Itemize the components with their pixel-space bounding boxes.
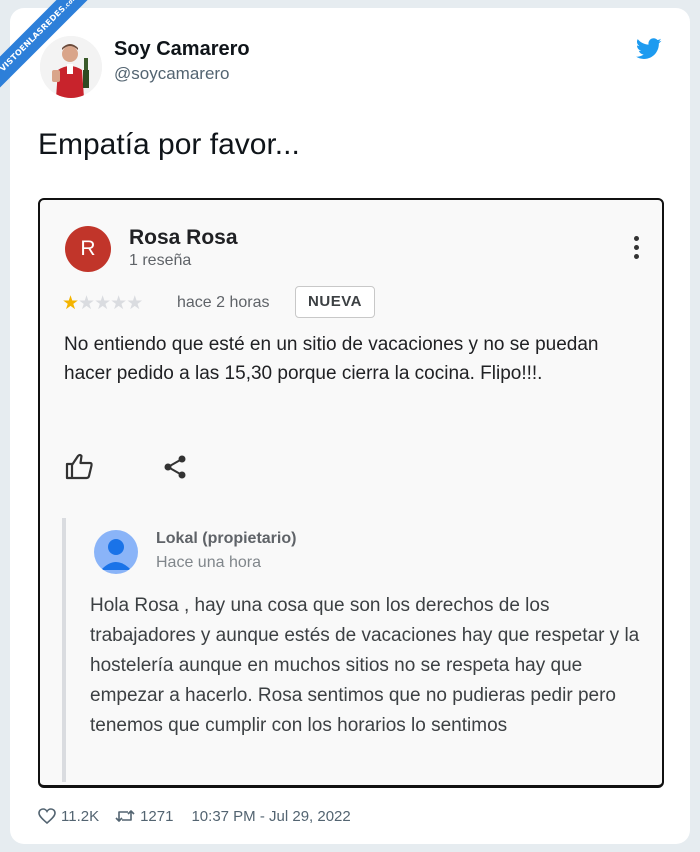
reviewer-avatar: R: [65, 226, 111, 272]
review-time: hace 2 horas: [177, 294, 270, 311]
new-badge: NUEVA: [295, 286, 375, 318]
twitter-bird-icon[interactable]: [636, 38, 662, 60]
watermark-text: VISTOENLASREDES.com: [0, 0, 107, 101]
author-name[interactable]: Soy Camarero: [114, 38, 250, 61]
owner-avatar: [94, 530, 138, 574]
star-empty-icon: ★: [94, 293, 111, 314]
owner-name: Lokal (propietario): [156, 530, 297, 547]
review-screenshot: R Rosa Rosa 1 reseña ★★★★★ hace 2 horas …: [38, 198, 664, 788]
page: VISTOENLASREDES.com Soy Camarero @soycam…: [0, 0, 700, 852]
retweet-icon: [115, 810, 135, 822]
reviewer-name: Rosa Rosa: [129, 226, 238, 249]
retweet-count: 1271: [140, 807, 174, 825]
star-empty-icon: ★: [78, 293, 95, 314]
star-empty-icon: ★: [110, 293, 127, 314]
author-handle[interactable]: @soycamarero: [114, 64, 230, 84]
more-vertical-icon: [632, 236, 640, 262]
like-count: 11.2K: [61, 807, 100, 825]
owner-reply-bar: [62, 518, 66, 782]
star-filled-icon: ★: [62, 293, 79, 314]
tweet-text: Empatía por favor...: [38, 128, 300, 161]
star-empty-icon: ★: [126, 293, 143, 314]
like-button[interactable]: 11.2K: [38, 808, 99, 825]
tweet-card: Soy Camarero @soycamarero Empatía por fa…: [10, 8, 690, 844]
owner-reply-text: Hola Rosa , hay una cosa que son los der…: [90, 595, 640, 736]
retweet-button[interactable]: 1271: [115, 808, 173, 825]
watermark-ribbon: VISTOENLASREDES.com: [0, 0, 110, 110]
star-rating: ★★★★★: [62, 292, 143, 315]
review-text: No entiendo que esté en un sitio de vaca…: [64, 334, 599, 384]
share-icon: [164, 455, 186, 479]
owner-reply-time: Hace una hora: [156, 554, 261, 571]
tweet-timestamp[interactable]: 10:37 PM - Jul 29, 2022: [191, 808, 350, 825]
heart-icon: [38, 808, 56, 824]
thumbs-up-icon: [65, 453, 93, 480]
tweet-footer: 11.2K 1271 10:37 PM - Jul 29, 2022: [38, 804, 351, 828]
reviewer-review-count: 1 reseña: [129, 252, 192, 269]
